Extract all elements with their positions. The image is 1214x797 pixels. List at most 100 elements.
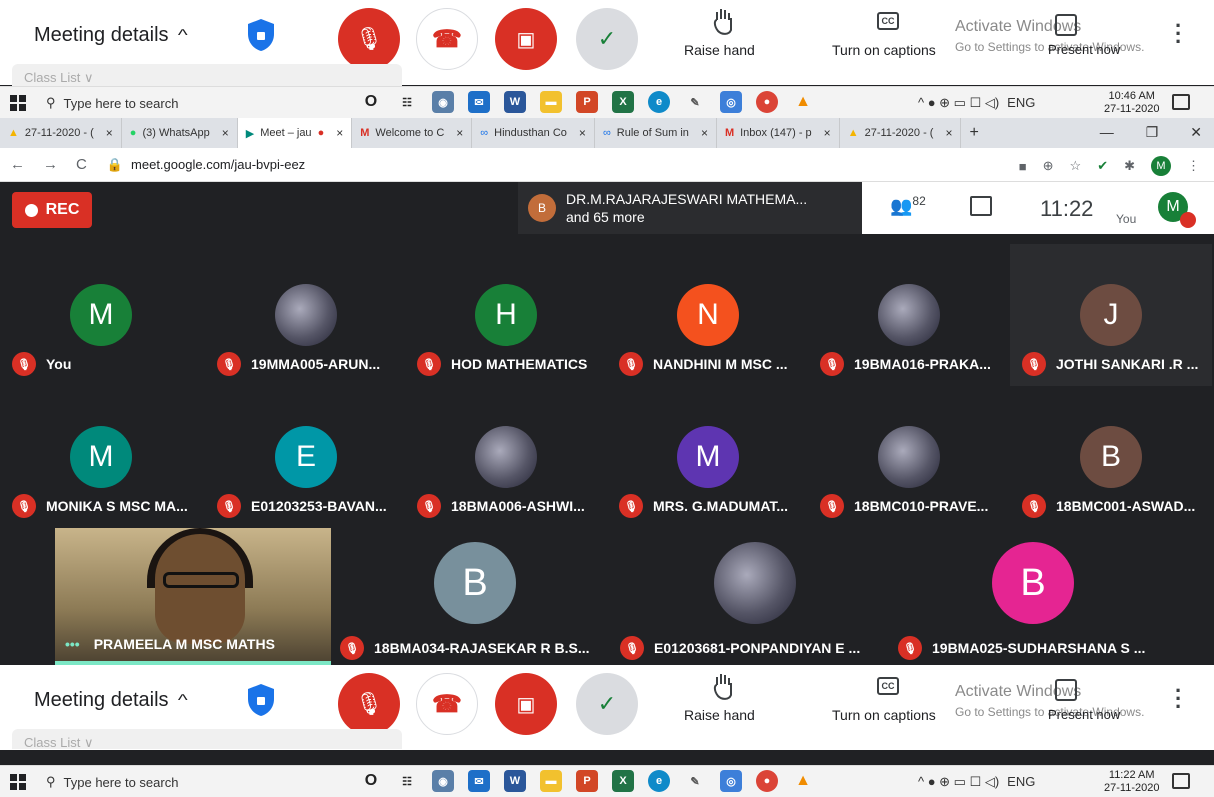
word-icon[interactable]: W — [504, 770, 526, 792]
chrome-icon[interactable]: ● — [756, 770, 778, 792]
camera-icon[interactable]: ■ — [1019, 159, 1027, 174]
vlc-icon[interactable]: ▲ — [792, 770, 814, 792]
paint-icon[interactable]: ✎ — [684, 91, 706, 113]
excel-icon[interactable]: X — [612, 91, 634, 113]
taskbar-search[interactable]: ⚲ Type here to search — [46, 768, 366, 796]
participant-tile[interactable]: 🎙 19MMA005-ARUN... — [205, 244, 407, 386]
raise-hand-icon[interactable] — [708, 6, 738, 36]
taskbar-clock[interactable]: 11:22 AM 27-11-2020 — [1104, 769, 1159, 795]
task-view-icon[interactable]: ☷ — [396, 770, 418, 792]
tray-icons[interactable]: ^ ● ⊕ ▭ ☐ ◁) — [918, 774, 999, 790]
task-view-icon[interactable]: ☷ — [396, 91, 418, 113]
app-icon[interactable]: ◎ — [720, 91, 742, 113]
active-speaker[interactable]: B DR.M.RAJARAJESWARI MATHEMA... and 65 mo… — [518, 182, 863, 234]
close-icon[interactable]: × — [456, 126, 463, 140]
puzzle-icon[interactable]: ✱ — [1124, 158, 1135, 174]
url-field[interactable]: 🔒 meet.google.com/jau-bvpi-eez — [107, 157, 305, 173]
profile-avatar[interactable]: M — [1151, 156, 1171, 176]
class-list-toolbar[interactable]: Class List ∨ — [12, 729, 402, 750]
participant-tile[interactable]: E 🎙 E01203253-BAVAN... — [205, 386, 407, 528]
tab-hindusthan[interactable]: ∞ Hindusthan Co × — [472, 118, 595, 148]
powerpoint-icon[interactable]: P — [576, 770, 598, 792]
participant-tile[interactable]: B 🎙 18BMC001-ASWAD... — [1010, 386, 1212, 528]
minimize-icon[interactable]: — — [1100, 124, 1114, 141]
tab-rule-of-sum[interactable]: ∞ Rule of Sum in × — [595, 118, 717, 148]
close-icon[interactable]: × — [222, 126, 229, 140]
restore-icon[interactable]: ❐ — [1146, 124, 1159, 141]
checkmark-button[interactable]: ✓ — [576, 673, 638, 735]
close-icon[interactable]: × — [579, 126, 586, 140]
paint-icon[interactable]: ✎ — [684, 770, 706, 792]
close-icon[interactable]: × — [824, 126, 831, 140]
tab-inbox[interactable]: M Inbox (147) - p × — [717, 118, 840, 148]
edge-icon[interactable]: e — [648, 91, 670, 113]
file-explorer-icon[interactable]: ▬ — [540, 770, 562, 792]
participant-tile[interactable]: J 🎙 JOTHI SANKARI .R ... — [1010, 244, 1212, 386]
star-icon[interactable]: ☆ — [1070, 158, 1082, 174]
camera-off-button[interactable]: ▣ — [495, 8, 557, 70]
chrome-menu-icon[interactable]: ⋮ — [1187, 158, 1200, 174]
participant-tile[interactable]: 🎙 18BMA006-ASHWI... — [405, 386, 607, 528]
chat-icon[interactable] — [970, 196, 992, 216]
forward-icon[interactable]: → — [43, 156, 58, 173]
back-icon[interactable]: ← — [10, 156, 25, 173]
mic-off-button[interactable]: 🎙 — [338, 673, 400, 735]
more-options-icon[interactable]: · · · — [1175, 680, 1182, 718]
language-indicator[interactable]: ENG — [1007, 95, 1035, 111]
meeting-details-button[interactable]: Meeting details ^ — [34, 24, 187, 47]
mail-icon[interactable]: ✉ — [468, 770, 490, 792]
meeting-details-button[interactable]: Meeting details ^ — [34, 689, 187, 712]
language-indicator[interactable]: ENG — [1007, 774, 1035, 790]
close-icon[interactable]: × — [701, 126, 708, 140]
participant-tile[interactable]: 🎙 19BMA016-PRAKA... — [808, 244, 1010, 386]
mic-off-button[interactable]: 🎙 — [338, 8, 400, 70]
powerpoint-icon[interactable]: P — [576, 91, 598, 113]
tab-drive-2[interactable]: ▲ 27-11-2020 - (× — [840, 118, 962, 148]
participant-tile[interactable]: M 🎙 You — [0, 244, 202, 386]
cortana-icon[interactable]: O — [360, 770, 382, 792]
taskbar-clock[interactable]: 10:46 AM 27-11-2020 — [1104, 90, 1159, 116]
participant-tile[interactable]: M 🎙 MRS. G.MADUMAT... — [607, 386, 809, 528]
tray-icons[interactable]: ^ ● ⊕ ▭ ☐ ◁) — [918, 95, 999, 111]
app-icon[interactable]: ◎ — [720, 770, 742, 792]
captions-icon[interactable]: CC — [877, 677, 899, 695]
windows-start-icon[interactable] — [10, 95, 26, 111]
participant-tile[interactable]: B 🎙 18BMA034-RAJASEKAR R B.S... — [340, 528, 610, 665]
notification-icon[interactable] — [1172, 94, 1190, 110]
notification-icon[interactable] — [1172, 773, 1190, 789]
close-icon[interactable]: × — [945, 126, 952, 140]
taskbar-search[interactable]: ⚲ Type here to search — [46, 89, 366, 117]
zoom-icon[interactable]: ⊕ — [1043, 158, 1054, 174]
mail-icon[interactable]: ✉ — [468, 91, 490, 113]
participant-tile[interactable]: N 🎙 NANDHINI M MSC ... — [607, 244, 809, 386]
present-icon[interactable] — [1055, 679, 1077, 701]
participant-tile[interactable]: 🎙 18BMC010-PRAVE... — [808, 386, 1010, 528]
class-list-toolbar[interactable]: Class List ∨ — [12, 64, 402, 86]
present-icon[interactable] — [1055, 14, 1077, 36]
camera-app-icon[interactable]: ◉ — [432, 91, 454, 113]
more-options-icon[interactable]: · · · — [1175, 15, 1182, 53]
tab-meet[interactable]: ▶ Meet – jau ● × — [237, 118, 353, 148]
new-tab-icon[interactable]: + — [961, 118, 986, 148]
excel-icon[interactable]: X — [612, 770, 634, 792]
people-button[interactable]: 👥82 — [890, 194, 926, 217]
leave-call-button[interactable]: ☎ — [416, 8, 478, 70]
cortana-icon[interactable]: O — [360, 91, 382, 113]
shield-icon[interactable] — [246, 683, 276, 717]
tab-gmail-welcome[interactable]: M Welcome to C × — [352, 118, 473, 148]
captions-icon[interactable]: CC — [877, 12, 899, 30]
shield-icon[interactable] — [246, 18, 276, 52]
camera-off-button[interactable]: ▣ — [495, 673, 557, 735]
checkmark-button[interactable]: ✓ — [576, 8, 638, 70]
reload-icon[interactable]: C — [76, 156, 87, 173]
tab-drive-1[interactable]: ▲ 27-11-2020 - (× — [0, 118, 122, 148]
close-icon[interactable]: × — [106, 126, 113, 140]
participant-tile[interactable]: 🎙 E01203681-PONPANDIYAN E ... — [620, 528, 890, 665]
file-explorer-icon[interactable]: ▬ — [540, 91, 562, 113]
leave-call-button[interactable]: ☎ — [416, 673, 478, 735]
windows-start-icon[interactable] — [10, 774, 26, 790]
word-icon[interactable]: W — [504, 91, 526, 113]
camera-app-icon[interactable]: ◉ — [432, 770, 454, 792]
close-icon[interactable]: × — [336, 126, 343, 140]
tab-whatsapp[interactable]: ● (3) WhatsApp × — [122, 118, 238, 148]
